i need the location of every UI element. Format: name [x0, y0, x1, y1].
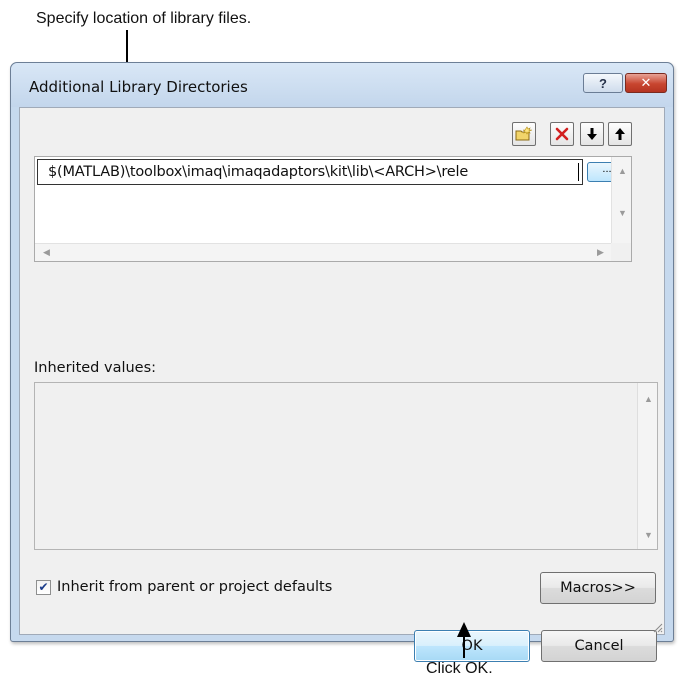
directory-entry-text: $(MATLAB)\toolbox\imaq\imaqadaptors\kit\…: [48, 164, 469, 180]
new-line-button[interactable]: [512, 122, 536, 146]
inherited-values-box: ▲ ▼: [34, 382, 658, 550]
directory-list-horizontal-scrollbar[interactable]: ◀ ▶: [35, 243, 612, 261]
directory-entry-input[interactable]: $(MATLAB)\toolbox\imaq\imaqadaptors\kit\…: [37, 159, 583, 185]
bottom-annotation-line: [463, 636, 465, 658]
inherit-checkbox[interactable]: ✔: [36, 580, 51, 595]
arrow-up-icon: [615, 128, 625, 140]
inherited-values-scrollbar[interactable]: ▲ ▼: [637, 383, 657, 549]
resize-grip-icon[interactable]: [651, 621, 663, 633]
inherited-values-label: Inherited values:: [34, 360, 157, 376]
dialog-title: Additional Library Directories: [29, 78, 248, 96]
bottom-annotation: Click OK.: [426, 660, 493, 677]
inherit-checkbox-label: Inherit from parent or project defaults: [57, 579, 333, 595]
help-icon: ?: [599, 75, 607, 91]
scroll-up-icon: ▲: [618, 166, 627, 176]
dialog-window: Additional Library Directories ? ✕ $(MAT…: [10, 62, 674, 662]
scrollbar-corner: [611, 243, 631, 261]
top-annotation: Specify location of library files.: [36, 10, 252, 27]
scroll-down-icon: ▼: [618, 208, 627, 218]
new-folder-icon: [515, 126, 533, 141]
cancel-button[interactable]: Cancel: [541, 630, 657, 662]
close-icon: ✕: [640, 75, 652, 90]
delete-icon: [555, 127, 569, 141]
macros-button[interactable]: Macros>>: [540, 572, 656, 604]
scroll-left-icon: ◀: [43, 247, 50, 257]
scroll-right-icon: ▶: [597, 247, 604, 257]
help-button[interactable]: ?: [583, 73, 623, 93]
scroll-down-icon: ▼: [644, 530, 653, 540]
scroll-up-icon: ▲: [644, 394, 653, 404]
text-caret: [578, 163, 579, 181]
title-bar[interactable]: Additional Library Directories ? ✕: [11, 63, 673, 107]
delete-line-button[interactable]: [550, 122, 574, 146]
dialog-body: $(MATLAB)\toolbox\imaq\imaqadaptors\kit\…: [19, 107, 665, 662]
checkmark-icon: ✔: [38, 580, 49, 594]
directory-list[interactable]: $(MATLAB)\toolbox\imaq\imaqadaptors\kit\…: [34, 156, 632, 262]
ok-button[interactable]: OK: [414, 630, 530, 662]
directory-list-vertical-scrollbar[interactable]: ▲ ▼: [611, 157, 631, 243]
move-down-button[interactable]: [580, 122, 604, 146]
move-up-button[interactable]: [608, 122, 632, 146]
close-button[interactable]: ✕: [625, 73, 667, 93]
arrow-down-icon: [587, 128, 597, 140]
